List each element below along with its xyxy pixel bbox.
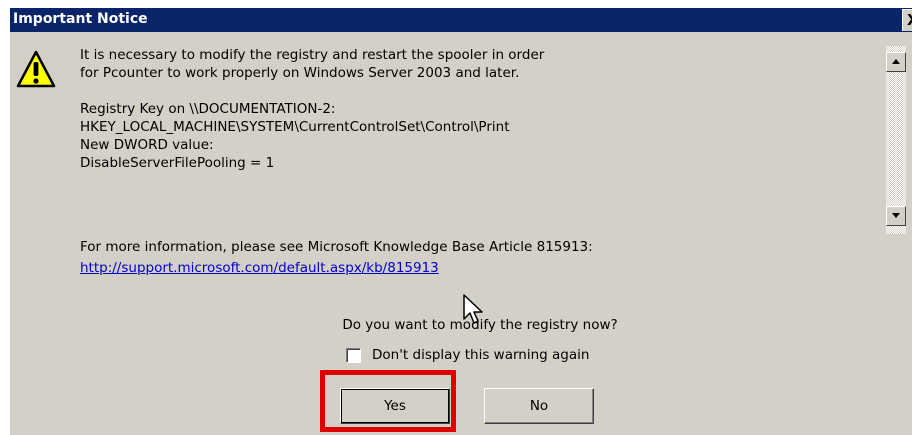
no-button[interactable]: No [484, 388, 594, 424]
more-info-text: For more information, please see Microso… [80, 239, 593, 255]
dont-display-checkbox[interactable] [346, 348, 361, 363]
dialog-body: It is necessary to modify the registry a… [10, 32, 912, 435]
message-line: It is necessary to modify the registry a… [80, 47, 545, 63]
message-line: New DWORD value: [80, 137, 214, 153]
question-text: Do you want to modify the registry now? [342, 317, 618, 333]
scroll-up-arrow-icon [892, 59, 900, 64]
message-line: Registry Key on \\DOCUMENTATION-2: [80, 101, 336, 117]
title-bar: Important Notice X [10, 8, 912, 32]
message-line: for Pcounter to work properly on Windows… [80, 65, 520, 81]
mouse-pointer-icon [463, 294, 483, 324]
checkbox-label[interactable]: Don't display this warning again [372, 346, 589, 364]
kb-article-link[interactable]: http://support.microsoft.com/default.asp… [80, 259, 439, 277]
message-text-area: It is necessary to modify the registry a… [80, 46, 886, 234]
window-title: Important Notice [13, 11, 148, 27]
yes-button[interactable]: Yes [340, 388, 450, 424]
close-button[interactable]: X [902, 9, 912, 31]
scroll-down-arrow-icon [892, 213, 900, 218]
message-line: DisableServerFilePooling = 1 [80, 155, 275, 171]
warning-icon [16, 50, 56, 88]
message-line: HKEY_LOCAL_MACHINE\SYSTEM\CurrentControl… [80, 119, 510, 135]
screenshot: Important Notice X It is necessary to mo… [0, 0, 912, 435]
message-scrollbar[interactable] [886, 46, 906, 234]
scroll-up-button[interactable] [886, 52, 906, 72]
scroll-down-button[interactable] [886, 206, 906, 226]
